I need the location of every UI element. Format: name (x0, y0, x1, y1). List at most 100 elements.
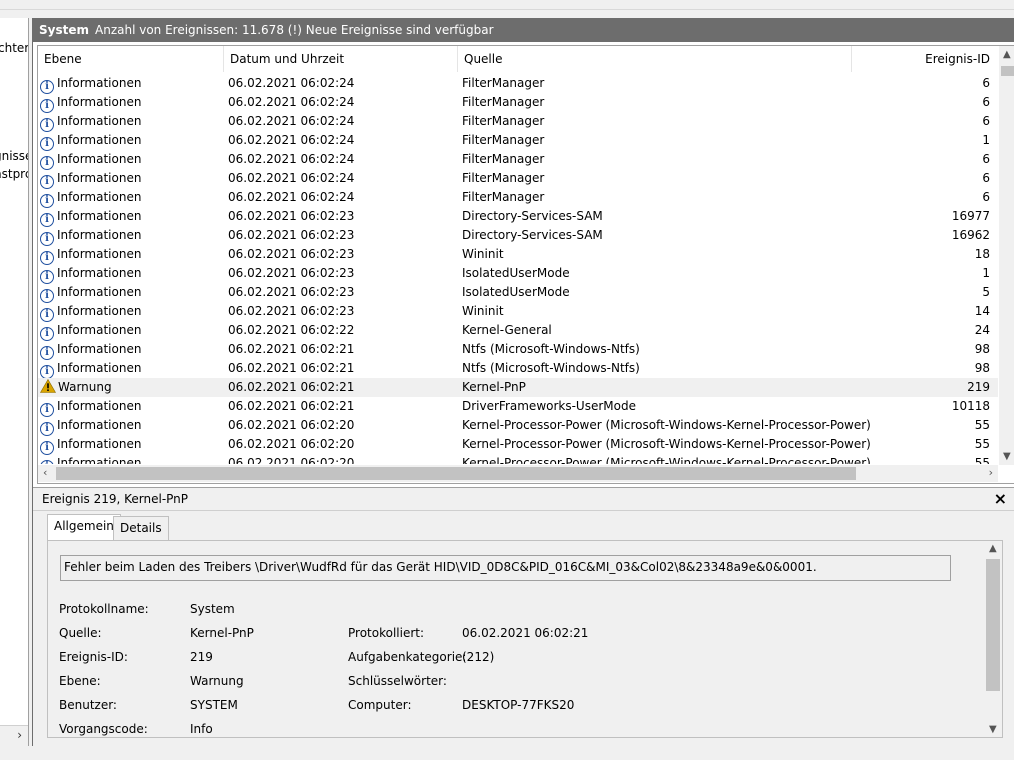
level-text: Informationen (57, 247, 142, 261)
table-row[interactable]: i Informationen 06.02.2021 06:02:23 Isolate… (38, 264, 998, 284)
table-row[interactable]: iInformationen 06.02.2021 06:02:20 Kernel-… (38, 435, 998, 455)
level-text: Warnung (58, 380, 112, 394)
cell-event-id: 55 (974, 418, 990, 432)
cell-date: 06.02.2021 06:02:24 (228, 133, 355, 147)
cell-source: FilterManager (462, 114, 545, 128)
scroll-right-icon[interactable]: › (989, 466, 993, 479)
field-label: Ereignis-ID: (59, 650, 128, 664)
column-header-event-id[interactable]: Ereignis-ID (852, 46, 998, 72)
info-icon: i (40, 99, 54, 113)
event-count-status: Anzahl von Ereignissen: 11.678 (!) Neue … (95, 23, 494, 37)
detail-vertical-scrollbar[interactable]: ▲ ▼ (985, 541, 1002, 737)
table-row[interactable]: i Informationen 06.02.2021 06:02:23 Wininit… (38, 302, 998, 322)
tree-item[interactable]: nstprc (0, 167, 28, 181)
event-message-field[interactable]: Fehler beim Laden des Treibers \Driver\W… (60, 555, 951, 581)
level-text: Informationen (57, 285, 142, 299)
tab-allgemein[interactable]: Allgemein (47, 514, 121, 541)
level-text: Informationen (57, 266, 142, 280)
cell-date: 06.02.2021 06:02:23 (228, 266, 355, 280)
tab-details[interactable]: Details (113, 516, 169, 540)
field-value-log-name: System (190, 602, 235, 616)
scroll-thumb[interactable] (56, 467, 856, 480)
table-row[interactable]: i Informationen 06.02.2021 06:02:21 Ntfs (M… (38, 340, 998, 360)
column-header-source[interactable]: Quelle (458, 46, 852, 72)
cell-level: iInformationen (40, 131, 220, 151)
table-row[interactable]: i Informationen 06.02.2021 06:02:24 FilterM… (38, 93, 998, 113)
warning-icon (39, 378, 57, 393)
table-row[interactable]: i Informationen 06.02.2021 06:02:21 DriverF… (38, 397, 998, 417)
cell-event-id: 6 (982, 152, 990, 166)
scroll-left-icon[interactable]: ‹ (43, 466, 47, 479)
cell-source: FilterManager (462, 95, 545, 109)
level-text: Informationen (57, 323, 142, 337)
field-label: Vorgangscode: (59, 722, 148, 736)
table-row[interactable]: Warnung 06.02.2021 06:02:21 Kernel-PnP 219 (38, 378, 998, 397)
scroll-thumb[interactable] (986, 559, 1000, 691)
cell-level: iInformationen (40, 245, 220, 265)
scroll-thumb[interactable] (1001, 66, 1014, 76)
field-label: Schlüsselwörter: (348, 674, 447, 688)
table-row[interactable]: i Informationen 06.02.2021 06:02:24 FilterM… (38, 169, 998, 189)
table-row[interactable]: i Informationen 06.02.2021 06:02:23 Wininit… (38, 245, 998, 265)
console-tree-pane[interactable]: chter gnisse nstprc (0, 18, 29, 746)
tree-item[interactable]: gnisse (0, 149, 28, 163)
cell-event-id: 1 (982, 266, 990, 280)
top-divider (0, 9, 1014, 10)
cell-level: iInformationen (40, 359, 220, 379)
table-row[interactable]: iInformationen 06.02.2021 06:02:20 Kernel-… (38, 416, 998, 436)
table-row[interactable]: i Informationen 06.02.2021 06:02:24 FilterM… (38, 74, 998, 94)
scroll-right-icon[interactable]: › (17, 728, 22, 742)
scroll-up-icon[interactable]: ▲ (989, 543, 997, 554)
table-row[interactable]: iInformationen 06.02.2021 06:02:20 Kernel-… (38, 454, 998, 464)
cell-event-id: 5 (982, 285, 990, 299)
event-list-horizontal-scrollbar[interactable]: ‹ › (38, 465, 998, 482)
table-row[interactable]: i Informationen 06.02.2021 06:02:24 FilterM… (38, 188, 998, 208)
field-value-computer: DESKTOP-77FKS20 (462, 698, 575, 712)
level-text: Informationen (57, 456, 142, 464)
cell-event-id: 16962 (951, 228, 990, 242)
scroll-down-icon[interactable]: ▼ (1003, 451, 1011, 462)
cell-event-id: 6 (982, 190, 990, 204)
cell-date: 06.02.2021 06:02:24 (228, 95, 355, 109)
field-label: Benutzer: (59, 698, 117, 712)
cell-date: 06.02.2021 06:02:21 (228, 380, 355, 394)
table-row[interactable]: i Informationen 06.02.2021 06:02:24 FilterM… (38, 112, 998, 132)
table-row[interactable]: i Informationen 06.02.2021 06:02:23 Isolate… (38, 283, 998, 303)
field-value-task-category: (212) (462, 650, 495, 664)
cell-source: IsolatedUserMode (462, 266, 570, 280)
field-value-opcode: Info (190, 722, 213, 736)
table-row[interactable]: i Informationen 06.02.2021 06:02:21 Ntfs (M… (38, 359, 998, 379)
tree-item[interactable]: chter (0, 41, 28, 55)
event-list-vertical-scrollbar[interactable]: ▲ ▼ (999, 46, 1014, 465)
table-row[interactable]: i Informationen 06.02.2021 06:02:23 Directo… (38, 226, 998, 246)
scroll-up-icon[interactable]: ▲ (1003, 49, 1011, 60)
cell-source: FilterManager (462, 152, 545, 166)
scroll-down-icon[interactable]: ▼ (989, 724, 997, 735)
table-row[interactable]: i Informationen 06.02.2021 06:02:23 Directo… (38, 207, 998, 227)
column-header-date[interactable]: Datum und Uhrzeit (224, 46, 458, 72)
cell-level: iInformationen (40, 112, 220, 132)
cell-event-id: 6 (982, 114, 990, 128)
info-icon: i (40, 118, 54, 132)
info-icon: i (40, 327, 54, 341)
info-icon: i (40, 441, 54, 455)
field-label: Computer: (348, 698, 412, 712)
cell-level: iInformationen (40, 226, 220, 246)
cell-level: iInformationen (40, 169, 220, 189)
cell-date: 06.02.2021 06:02:20 (228, 437, 355, 451)
column-header-level[interactable]: Ebene (38, 46, 224, 72)
close-icon[interactable]: × (994, 489, 1007, 508)
cell-source: DriverFrameworks-UserMode (462, 399, 636, 413)
table-row[interactable]: i Informationen 06.02.2021 06:02:24 FilterM… (38, 131, 998, 151)
table-row[interactable]: i Informationen 06.02.2021 06:02:22 Kernel-… (38, 321, 998, 341)
cell-level: iInformationen (40, 93, 220, 113)
detail-header: Ereignis 219, Kernel-PnP × (33, 488, 1014, 511)
tree-horizontal-scrollbar[interactable]: › (0, 725, 28, 746)
info-icon: i (40, 251, 54, 265)
event-list[interactable]: Ebene Datum und Uhrzeit Quelle Ereignis-… (37, 45, 1014, 484)
log-name: System (39, 23, 89, 37)
info-icon: i (40, 289, 54, 303)
table-row[interactable]: i Informationen 06.02.2021 06:02:24 FilterM… (38, 150, 998, 170)
cell-source: Directory-Services-SAM (462, 228, 603, 242)
level-text: Informationen (57, 361, 142, 375)
